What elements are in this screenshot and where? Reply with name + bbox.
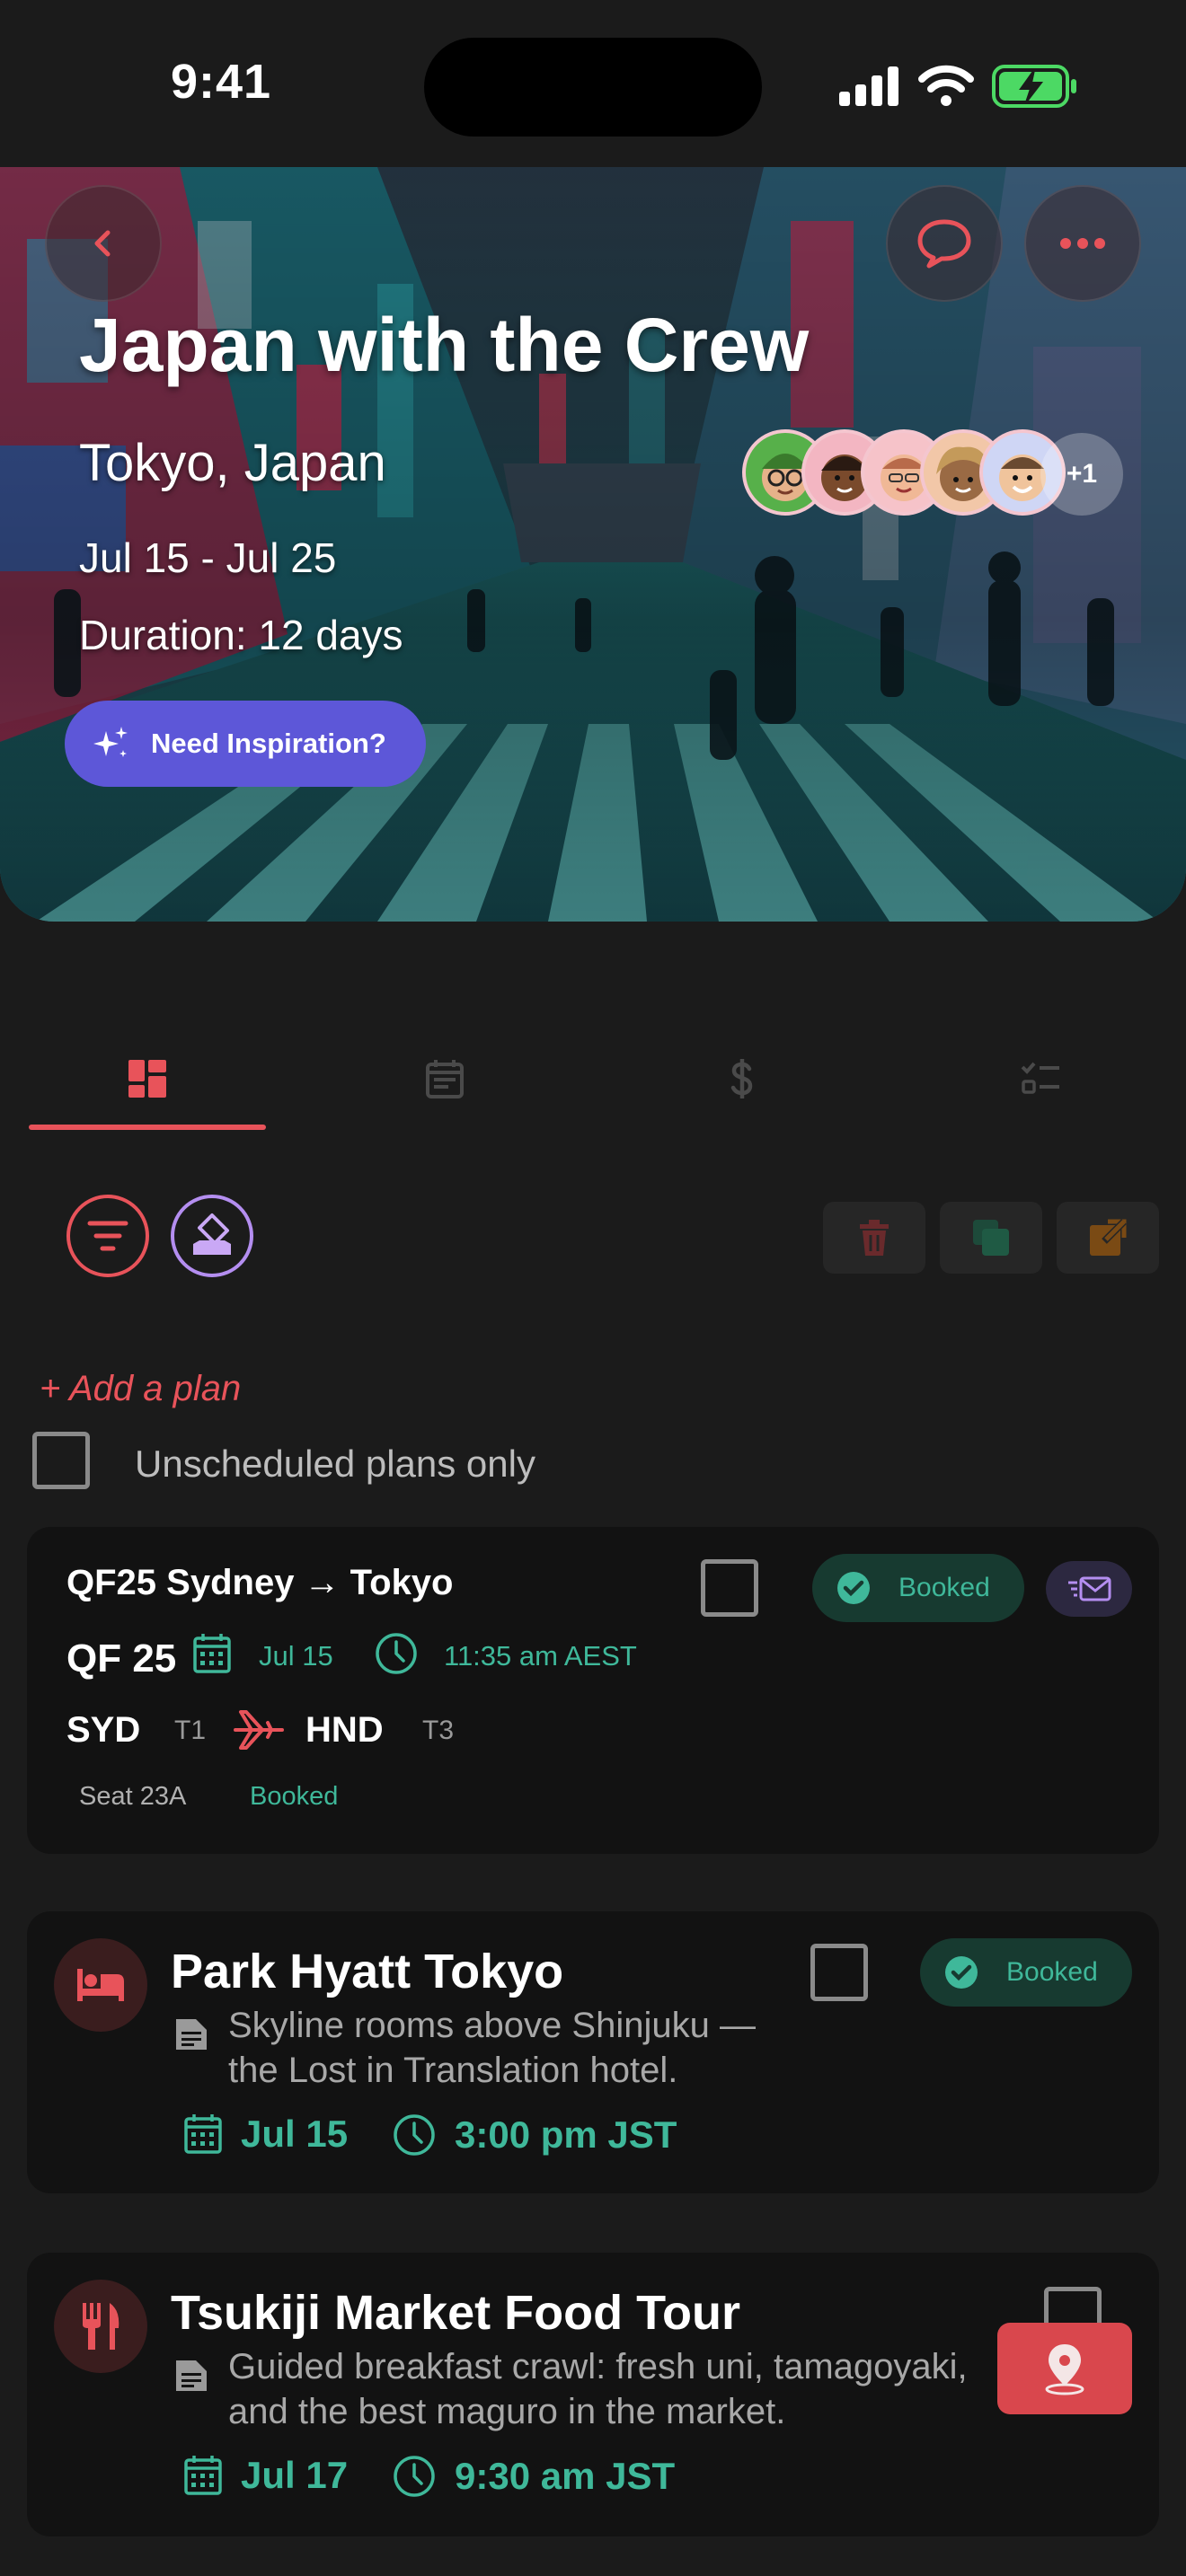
- plan-title: Tsukiji Market Food Tour: [171, 2286, 741, 2340]
- plan-date-label: Jul 15: [241, 2113, 349, 2155]
- back-button[interactable]: [45, 185, 162, 302]
- trip-dates: Jul 15 - Jul 25: [79, 534, 337, 581]
- export-button[interactable]: [1057, 1202, 1159, 1274]
- fork-knife-icon: [83, 2303, 119, 2350]
- more-options-button[interactable]: [1024, 185, 1141, 302]
- calendar-icon: [193, 1634, 231, 1673]
- tab-overview[interactable]: [29, 1042, 266, 1132]
- plan-card[interactable]: Park Hyatt Tokyo Skyline rooms above Shi…: [27, 1911, 1159, 2193]
- tab-checklist[interactable]: [922, 1042, 1159, 1132]
- trip-tabs: [29, 1042, 1159, 1132]
- chevron-left-icon: [94, 230, 111, 257]
- battery-charging-icon: [992, 65, 1076, 108]
- active-tab-indicator: [29, 1125, 266, 1130]
- need-inspiration-button[interactable]: Need Inspiration?: [65, 701, 426, 787]
- plan-time: 9:30 am JST: [392, 2454, 675, 2499]
- flight-time: 11:35 am AEST: [444, 1640, 637, 1672]
- flight-status-label: Booked: [898, 1573, 990, 1602]
- email-confirmation-button[interactable]: [1046, 1561, 1132, 1617]
- clock-icon: [394, 2456, 435, 2497]
- email-icon: [1068, 1576, 1111, 1601]
- map-view-button[interactable]: [997, 2323, 1132, 2414]
- tab-itinerary[interactable]: [326, 1042, 563, 1132]
- chat-bubble-icon: [917, 219, 971, 269]
- plan-title: Park Hyatt Tokyo: [171, 1945, 564, 1998]
- clock-icon: [394, 2114, 435, 2156]
- delete-button[interactable]: [823, 1202, 925, 1274]
- dashboard-icon: [128, 1060, 166, 1098]
- plan-type-icon: [54, 2280, 147, 2373]
- note-icon: [176, 2360, 207, 2391]
- status-bar: 9:41: [0, 0, 1186, 167]
- duplicate-button[interactable]: [940, 1202, 1042, 1274]
- trip-members[interactable]: +1: [742, 429, 1123, 516]
- flight-select-checkbox[interactable]: [701, 1559, 758, 1617]
- dollar-icon: [730, 1059, 753, 1098]
- trash-icon: [860, 1220, 889, 1256]
- flight-number: QF 25: [66, 1636, 177, 1681]
- trip-hero: Japan with the Crew Tokyo, Japan Jul 15 …: [0, 167, 1186, 922]
- trip-duration: Duration: 12 days: [79, 612, 403, 658]
- arrival-airport: HND: [305, 1710, 384, 1750]
- note-icon: [176, 2019, 207, 2050]
- chat-button[interactable]: [886, 185, 1003, 302]
- plan-time: 3:00 pm JST: [392, 2113, 677, 2157]
- plan-date-label: Jul 17: [241, 2454, 349, 2496]
- departure-airport: SYD: [66, 1710, 141, 1750]
- plan-time-label: 3:00 pm JST: [455, 2113, 677, 2156]
- plan-type-icon: [54, 1938, 147, 2032]
- flight-date: Jul 15: [259, 1640, 333, 1672]
- departure-terminal: T1: [174, 1716, 207, 1745]
- flight-title: QF25 Sydney → Tokyo: [66, 1563, 454, 1602]
- copy-icon: [973, 1220, 1009, 1256]
- wifi-icon: [918, 65, 974, 106]
- checklist-icon: [1021, 1062, 1059, 1094]
- plan-description: Skyline rooms above Shinjuku — the Lost …: [228, 2006, 756, 2090]
- plan-date: Jul 17: [183, 2454, 348, 2497]
- filter-icon: [87, 1221, 128, 1251]
- need-inspiration-label: Need Inspiration?: [151, 728, 386, 759]
- seat-status: Booked: [250, 1782, 339, 1811]
- unscheduled-only-label: Unscheduled plans only: [135, 1442, 535, 1485]
- airplane-icon: [234, 1710, 284, 1750]
- plan-status-label: Booked: [1006, 1957, 1098, 1987]
- calendar-icon: [184, 2456, 222, 2495]
- check-circle-icon: [837, 1572, 870, 1604]
- clear-filters-button[interactable]: [171, 1195, 253, 1277]
- clock-icon: [376, 1633, 417, 1674]
- tab-budget[interactable]: [624, 1042, 861, 1132]
- status-time: 9:41: [171, 55, 272, 109]
- plan-card[interactable]: Tsukiji Market Food Tour Guided breakfas…: [27, 2253, 1159, 2536]
- check-circle-icon: [945, 1956, 978, 1989]
- trip-title: Japan with the Crew: [79, 303, 810, 387]
- plan-time-label: 9:30 am JST: [455, 2455, 676, 2497]
- plan-booked-badge[interactable]: Booked: [920, 1938, 1132, 2007]
- plan-select-checkbox[interactable]: [810, 1944, 868, 2001]
- more-members-count[interactable]: +1: [1040, 433, 1123, 516]
- flight-card[interactable]: QF25 Sydney → Tokyo Booked QF 25 Jul 15 …: [27, 1527, 1159, 1854]
- trip-location: Tokyo, Japan: [79, 434, 386, 492]
- add-plan-link[interactable]: + Add a plan: [40, 1369, 241, 1409]
- calendar-icon: [184, 2114, 222, 2154]
- bed-icon: [77, 1969, 124, 2001]
- eraser-icon: [193, 1213, 231, 1255]
- unscheduled-only-checkbox[interactable]: [32, 1432, 90, 1489]
- flight-booked-badge[interactable]: Booked: [812, 1554, 1024, 1622]
- arrival-terminal: T3: [422, 1716, 455, 1745]
- sparkles-icon: [93, 727, 128, 757]
- seat-number: Seat 23A: [79, 1782, 187, 1811]
- dynamic-island: [424, 38, 762, 137]
- filter-button[interactable]: [66, 1195, 149, 1277]
- external-link-icon: [1090, 1219, 1127, 1256]
- signal-icon: [839, 66, 898, 106]
- plan-date: Jul 15: [183, 2113, 348, 2156]
- ellipsis-icon: [1060, 238, 1105, 249]
- calendar-icon: [426, 1060, 464, 1098]
- plan-description: Guided breakfast crawl: fresh uni, tamag…: [228, 2347, 968, 2431]
- map-pin-icon: [1045, 2344, 1084, 2395]
